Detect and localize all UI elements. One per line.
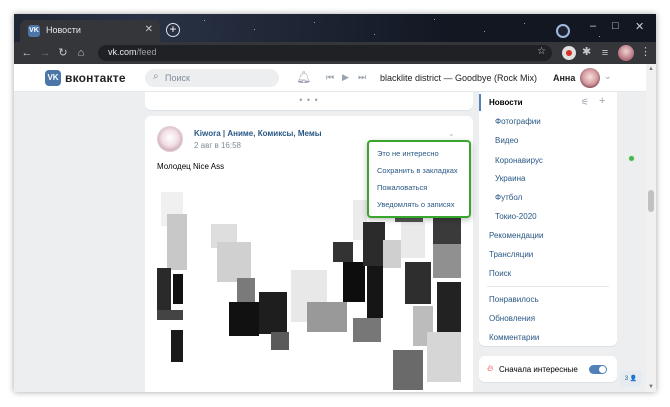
menu-lines-icon[interactable]: ≡ bbox=[598, 45, 612, 61]
nav-item-ukraine[interactable]: Украина bbox=[495, 174, 525, 183]
user-name[interactable]: Анна bbox=[553, 73, 575, 83]
right-nav-menu: Новости ⚟ + Фотографии Видео Коронавирус… bbox=[479, 92, 635, 346]
search-input[interactable]: ⌕ Поиск bbox=[145, 69, 279, 87]
close-icon[interactable]: ✕ bbox=[145, 24, 153, 35]
scrollbar[interactable]: ▲ ▼ bbox=[646, 64, 656, 392]
post-options-dropdown: Это не интересно Сохранить в закладках П… bbox=[367, 140, 471, 218]
sort-toggle-box: 🔥︎ Сначала интересные bbox=[479, 356, 617, 382]
chrome-profile-avatar[interactable] bbox=[618, 45, 634, 61]
notify-posts-menu-item[interactable]: Уведомлять о записях bbox=[377, 200, 455, 209]
nav-item-coronavirus[interactable]: Коронавирус bbox=[495, 155, 635, 165]
scroll-down-arrow-icon[interactable]: ▼ bbox=[648, 384, 654, 390]
new-tab-button[interactable]: + bbox=[166, 23, 180, 37]
vk-header: VK вконтакте ⌕ Поиск 🔔︎ ⏮ ▶ ⏭ blacklite … bbox=[14, 64, 646, 92]
search-placeholder: Поиск bbox=[165, 73, 190, 83]
close-window-button[interactable]: ✕ bbox=[635, 20, 644, 33]
scroll-up-arrow-icon[interactable]: ▲ bbox=[648, 66, 654, 72]
nav-item-news[interactable]: Новости bbox=[489, 98, 523, 107]
nav-item-football[interactable]: Футбол bbox=[495, 193, 522, 202]
chat-button[interactable]: 3 👤 bbox=[620, 371, 642, 387]
status-badge bbox=[627, 155, 635, 162]
scroll-thumb[interactable] bbox=[648, 190, 654, 212]
more-dots-icon[interactable]: • • • bbox=[145, 95, 473, 105]
post-date[interactable]: 2 авг в 16:58 bbox=[194, 141, 241, 150]
previous-post-card: • • • bbox=[145, 92, 473, 110]
divider bbox=[487, 286, 609, 287]
url-text: vk.com/feed bbox=[108, 47, 157, 57]
search-icon: ⌕ bbox=[153, 71, 159, 82]
extension-icon[interactable] bbox=[562, 46, 576, 60]
nav-item-liked[interactable]: Понравилось bbox=[489, 295, 539, 304]
nav-item-video[interactable]: Видео bbox=[495, 136, 518, 145]
plus-icon[interactable]: + bbox=[599, 95, 605, 107]
minimize-button[interactable]: – bbox=[590, 20, 596, 32]
url-domain: vk.com bbox=[108, 47, 137, 57]
sort-toggle-switch[interactable] bbox=[589, 365, 607, 374]
post-text: Молодец Nice Ass bbox=[157, 162, 225, 171]
post-author-avatar[interactable] bbox=[157, 126, 183, 152]
nav-item-comments[interactable]: Комментарии bbox=[489, 333, 539, 342]
vk-icon: VK bbox=[28, 25, 40, 37]
post-menu-chevron-icon[interactable]: ⌄ bbox=[448, 129, 455, 138]
browser-toolbar: ← → ↻ ⌂ vk.com/feed ☆ ✱ ≡ ⋮ bbox=[14, 42, 656, 64]
avatar[interactable] bbox=[580, 68, 600, 88]
sliders-icon[interactable]: ⚟ bbox=[581, 97, 589, 108]
play-icon[interactable]: ▶ bbox=[342, 72, 349, 83]
fire-icon: 🔥︎ bbox=[487, 363, 494, 373]
nav-item-tokyo[interactable]: Токио-2020 bbox=[495, 212, 537, 221]
save-bookmark-menu-item[interactable]: Сохранить в закладках bbox=[377, 166, 458, 175]
profile-icon[interactable] bbox=[556, 24, 570, 38]
maximize-button[interactable]: □ bbox=[612, 20, 619, 32]
nav-item-photos[interactable]: Фотографии bbox=[495, 117, 541, 126]
sort-label: Сначала интересные bbox=[499, 365, 578, 374]
browser-tab[interactable]: VK Новости ✕ bbox=[20, 20, 160, 42]
previous-track-icon[interactable]: ⏮ bbox=[326, 72, 334, 83]
browser-window: VK Новости ✕ + – □ ✕ ← → ↻ ⌂ vk.com/feed… bbox=[14, 14, 656, 392]
back-arrow-icon[interactable]: ← bbox=[20, 45, 34, 61]
post-author[interactable]: Kiwora | Аниме, Комиксы, Мемы bbox=[194, 129, 322, 138]
reload-icon[interactable]: ↻ bbox=[56, 45, 70, 61]
nav-item-updates[interactable]: Обновления bbox=[489, 314, 535, 323]
active-indicator bbox=[479, 94, 481, 111]
current-track[interactable]: blacklite district — Goodbye (Rock Mix) bbox=[380, 73, 537, 83]
not-interesting-menu-item[interactable]: Это не интересно bbox=[377, 149, 439, 158]
address-bar[interactable]: vk.com/feed ☆ bbox=[98, 45, 552, 61]
bell-icon[interactable]: 🔔︎ bbox=[296, 70, 311, 84]
nav-item-recommendations[interactable]: Рекомендации bbox=[489, 231, 543, 240]
bookmark-star-icon[interactable]: ☆ bbox=[537, 46, 546, 57]
nav-item-search[interactable]: Поиск bbox=[489, 269, 511, 278]
vk-logo-icon[interactable]: VK bbox=[45, 70, 61, 86]
chevron-down-icon[interactable]: ⌄ bbox=[604, 71, 612, 82]
url-path: /feed bbox=[136, 47, 157, 57]
tab-title: Новости bbox=[46, 25, 81, 35]
tab-strip: VK Новости ✕ + – □ ✕ bbox=[14, 14, 656, 42]
extensions-puzzle-icon[interactable]: ✱ bbox=[582, 45, 591, 58]
vk-logo-text[interactable]: вконтакте bbox=[65, 71, 126, 85]
report-menu-item[interactable]: Пожаловаться bbox=[377, 183, 427, 192]
coronavirus-label: Коронавирус bbox=[495, 156, 543, 165]
kebab-menu-icon[interactable]: ⋮ bbox=[640, 45, 651, 58]
next-track-icon[interactable]: ⏭ bbox=[358, 72, 366, 83]
forward-arrow-icon[interactable]: → bbox=[38, 45, 52, 61]
home-icon[interactable]: ⌂ bbox=[74, 45, 88, 61]
nav-item-broadcasts[interactable]: Трансляции bbox=[489, 250, 533, 259]
